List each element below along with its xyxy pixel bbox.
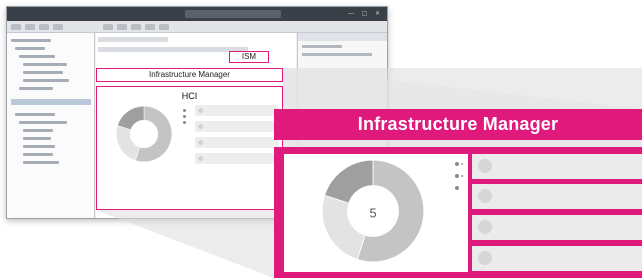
list-row[interactable] xyxy=(472,184,642,209)
donut-segment-2 xyxy=(115,125,140,161)
callout-title: Infrastructure Manager xyxy=(274,109,642,140)
donut-chart: 5 xyxy=(321,159,425,263)
list-row[interactable] xyxy=(472,154,642,179)
infrastructure-manager-tab[interactable]: Infrastructure Manager xyxy=(96,68,283,82)
small-list-row[interactable] xyxy=(195,153,279,164)
navigation-tree xyxy=(7,33,95,218)
list-row[interactable] xyxy=(472,246,642,271)
donut-segment-2 xyxy=(321,194,366,260)
hci-panel: HCI xyxy=(96,86,283,210)
window-titlebar: — ▢ ✕ xyxy=(7,7,387,21)
status-dot-icon xyxy=(478,251,492,265)
status-dot-icon xyxy=(478,220,492,234)
address-bar xyxy=(185,10,281,18)
donut-segment-3 xyxy=(117,105,145,130)
status-dot-icon xyxy=(478,189,492,203)
chart-panel: 5 xyxy=(284,154,468,272)
window-toolbar xyxy=(7,21,387,33)
small-list-row[interactable] xyxy=(195,121,279,132)
tree-selected-item xyxy=(11,99,91,105)
hci-label: HCI xyxy=(181,91,198,101)
donut-center-label: 5 xyxy=(369,205,376,220)
small-list-row[interactable] xyxy=(195,137,279,148)
donut-segment-3 xyxy=(324,159,374,204)
small-list-row[interactable] xyxy=(195,105,279,116)
list-row[interactable] xyxy=(472,215,642,240)
window-controls: — ▢ ✕ xyxy=(347,11,383,17)
small-legend xyxy=(183,109,187,127)
chart-legend xyxy=(455,162,465,194)
status-dot-icon xyxy=(478,159,492,173)
ism-label: ISM xyxy=(229,51,269,63)
small-donut-chart xyxy=(115,105,173,163)
